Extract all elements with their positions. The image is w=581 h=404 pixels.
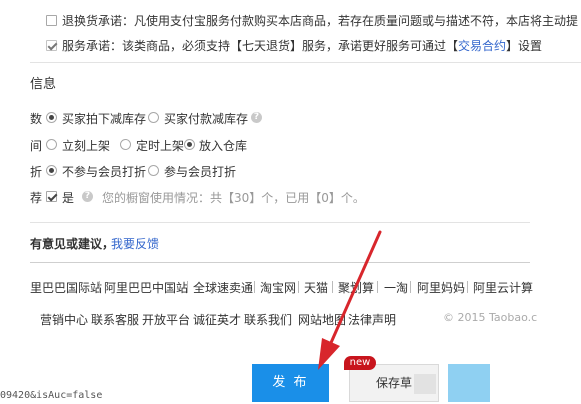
- footer-link-open-platform[interactable]: 开放平台: [142, 311, 190, 328]
- footer-link-careers[interactable]: 诚征英才: [193, 311, 241, 328]
- footer-link-contact[interactable]: 联系我们: [244, 311, 292, 328]
- showcase-label: 荐: [30, 191, 43, 205]
- service-commitment-prefix: 服务承诺：该类商品，必须支持【七天退货】服务，承诺更好服务可通过【: [62, 39, 459, 53]
- blurred-region: [414, 374, 436, 394]
- status-url: 09420&isAuc=false: [0, 390, 103, 401]
- footer-link-alimama[interactable]: 阿里妈妈: [417, 279, 465, 296]
- footer-link-etao[interactable]: 一淘: [384, 279, 408, 296]
- inventory-option-payment-label: 买家付款减库存: [164, 112, 249, 126]
- publish-button[interactable]: 发 布: [252, 364, 329, 402]
- footer-separator: [254, 281, 255, 293]
- discount-option-no-label: 不参与会员打折: [62, 165, 147, 179]
- footer-link-taobao[interactable]: 淘宝网: [260, 279, 296, 296]
- discount-option-yes-label: 参与会员打折: [164, 165, 237, 179]
- footer-link-juhuasuan[interactable]: 聚划算: [338, 279, 374, 296]
- section-title: 信息: [30, 77, 57, 92]
- member-discount-label: 折: [30, 165, 43, 179]
- footer-link-aliyun[interactable]: 阿里云计算: [473, 279, 533, 296]
- discount-option-no[interactable]: [46, 165, 57, 176]
- copyright: © 2015 Taobao.c: [443, 311, 538, 324]
- footer-link-legal[interactable]: 法律声明: [348, 311, 396, 328]
- footer-link-marketing[interactable]: 营销中心: [40, 311, 88, 328]
- footer-separator: [332, 281, 333, 293]
- footer-separator: [99, 281, 100, 293]
- new-badge: new: [344, 356, 376, 370]
- page: 退换货承诺：凡使用支付宝服务付款购买本店商品，若存在质量问题或与描述不符，本店将…: [0, 0, 581, 404]
- listing-option-warehouse[interactable]: [184, 139, 195, 150]
- divider: [30, 262, 530, 263]
- inventory-option-payment[interactable]: [148, 112, 159, 123]
- help-icon[interactable]: ?: [251, 112, 262, 123]
- footer-link-alibaba-intl[interactable]: 里巴巴国际站: [30, 279, 102, 296]
- divider: [30, 222, 530, 223]
- feedback-text: 有意见或建议，: [30, 237, 115, 251]
- showcase-checkbox[interactable]: [46, 191, 57, 202]
- footer-link-support[interactable]: 联系客服: [91, 311, 139, 328]
- footer-separator: [410, 281, 411, 293]
- feedback-link[interactable]: 我要反馈: [111, 235, 159, 252]
- service-commitment-text: 服务承诺：该类商品，必须支持【七天退货】服务，承诺更好服务可通过【交易合约】设置: [62, 37, 542, 54]
- footer-link-alibaba-china[interactable]: 阿里巴巴中国站: [104, 279, 188, 296]
- footer-separator: [377, 281, 378, 293]
- divider: [30, 62, 581, 63]
- showcase-checkbox-label: 是: [62, 191, 75, 205]
- inventory-option-order[interactable]: [46, 112, 57, 123]
- listing-option-scheduled-label: 定时上架: [136, 139, 185, 153]
- service-commitment-checkbox: [46, 40, 57, 51]
- footer-separator: [298, 281, 299, 293]
- footer-link-tmall[interactable]: 天猫: [304, 279, 328, 296]
- listing-option-warehouse-label: 放入仓库: [199, 139, 248, 153]
- footer-separator: [467, 281, 468, 293]
- footer-link-aliexpress[interactable]: 全球速卖通: [193, 279, 253, 296]
- service-commitment-suffix: 】设置: [506, 39, 543, 53]
- footer-separator: [187, 281, 188, 293]
- inventory-label: 数: [30, 112, 43, 126]
- discount-option-yes[interactable]: [148, 165, 159, 176]
- showcase-usage-text: 您的橱窗使用情况：共【30】个，已用【0】个。: [102, 191, 365, 205]
- trade-contract-link[interactable]: 交易合约: [458, 39, 506, 53]
- return-promise-checkbox[interactable]: [46, 15, 57, 26]
- listing-option-now-label: 立刻上架: [62, 139, 111, 153]
- return-promise-label: 退换货承诺：凡使用支付宝服务付款购买本店商品，若存在质量问题或与描述不符，本店将…: [62, 14, 579, 28]
- blurred-button: [448, 364, 490, 402]
- footer-link-sitemap[interactable]: 网站地图: [298, 311, 346, 328]
- listing-label: 间: [30, 139, 43, 153]
- listing-option-now[interactable]: [46, 139, 57, 150]
- help-icon[interactable]: ?: [82, 191, 93, 202]
- listing-option-scheduled[interactable]: [120, 139, 131, 150]
- inventory-option-order-label: 买家拍下减库存: [62, 112, 147, 126]
